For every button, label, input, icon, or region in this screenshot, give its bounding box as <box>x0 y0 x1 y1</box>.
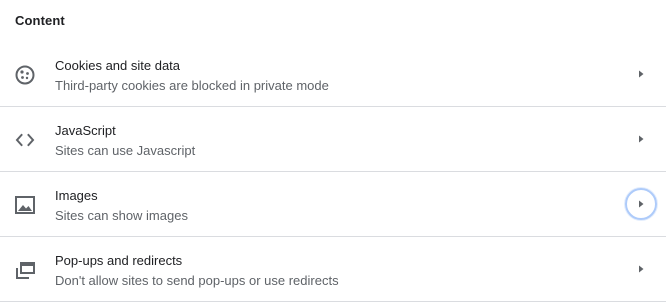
section-title: Content <box>15 13 65 28</box>
image-icon <box>14 194 36 216</box>
setting-title: JavaScript <box>55 123 116 138</box>
arrow-right-button[interactable] <box>625 58 657 90</box>
setting-subtitle: Sites can use Javascript <box>55 143 196 158</box>
setting-title: Cookies and site data <box>55 58 181 73</box>
setting-subtitle: Third-party cookies are blocked in priva… <box>55 78 329 93</box>
setting-subtitle: Don't allow sites to send pop-ups or use… <box>55 273 339 288</box>
setting-subtitle: Sites can show images <box>55 208 188 223</box>
content-settings-list: Cookies and site data Third-party cookie… <box>0 42 666 302</box>
popup-icon <box>14 259 36 281</box>
arrow-right-button[interactable] <box>625 123 657 155</box>
code-icon <box>14 129 36 151</box>
arrow-right-icon <box>639 70 644 78</box>
arrow-right-button[interactable] <box>625 188 657 220</box>
setting-row-cookies[interactable]: Cookies and site data Third-party cookie… <box>0 42 666 107</box>
arrow-right-icon <box>639 265 644 273</box>
setting-row-images[interactable]: Images Sites can show images <box>0 172 666 237</box>
cookie-icon <box>14 64 36 86</box>
setting-title: Pop-ups and redirects <box>55 253 183 268</box>
arrow-right-icon <box>639 135 644 143</box>
setting-title: Images <box>55 188 98 203</box>
setting-row-javascript[interactable]: JavaScript Sites can use Javascript <box>0 107 666 172</box>
arrow-right-icon <box>639 200 644 208</box>
arrow-right-button[interactable] <box>625 253 657 285</box>
setting-row-popups[interactable]: Pop-ups and redirects Don't allow sites … <box>0 237 666 302</box>
